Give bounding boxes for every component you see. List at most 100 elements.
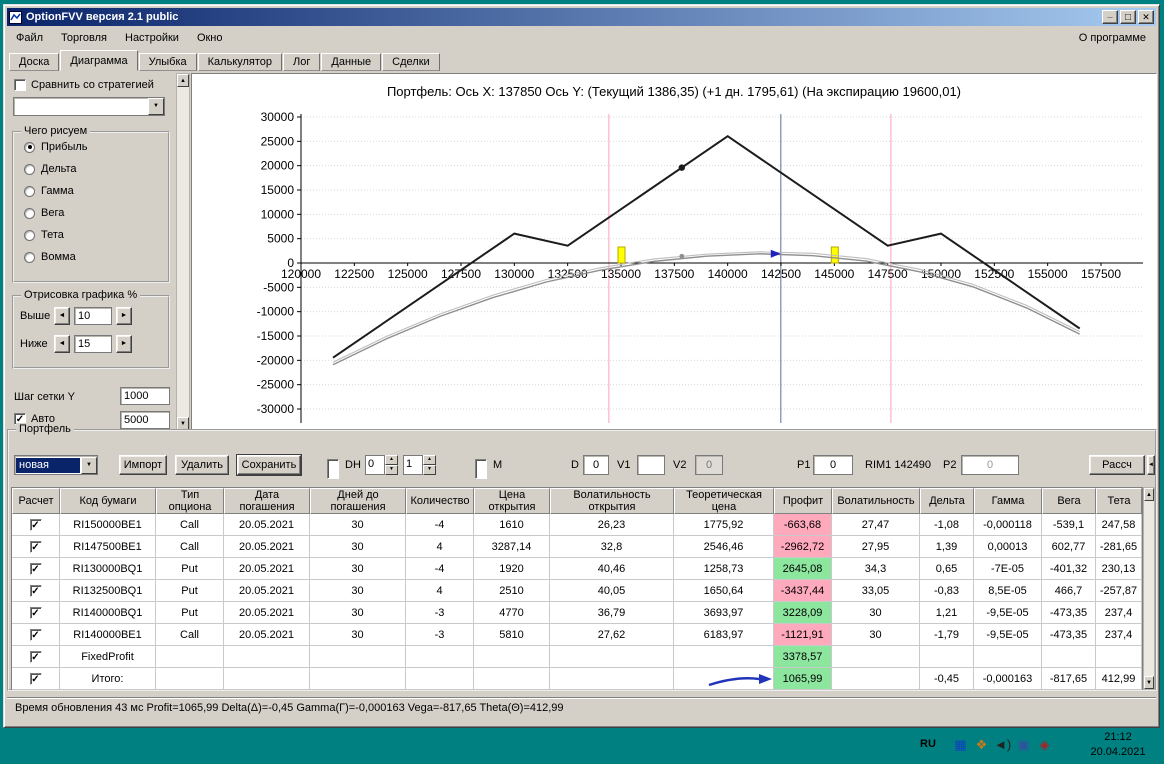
radio-profit[interactable]: Прибыль [24,139,168,155]
tray-chart-icon[interactable]: ▣ [1015,736,1032,753]
menu-item-window[interactable]: Окно [188,28,232,48]
dh-spinner-1[interactable]: 0 [365,455,398,475]
radio-vega[interactable]: Вега [24,205,168,221]
row-checkbox-cell[interactable] [12,558,60,580]
row-checkbox-cell[interactable] [12,514,60,536]
cell-days: 30 [310,558,406,580]
cell-open-price [474,646,550,668]
column-header: Дельта [920,488,974,514]
dh-label: DH [345,459,361,471]
menu-item-settings[interactable]: Настройки [116,28,188,48]
dh-spinner-2[interactable]: 1 [403,455,436,475]
svg-text:25000: 25000 [261,134,295,148]
below-increase-button[interactable] [116,335,132,353]
cell-vega: -473,35 [1042,602,1096,624]
row-checkbox[interactable] [29,540,42,553]
tab-smile[interactable]: Улыбка [138,53,197,71]
radio-delta[interactable]: Дельта [24,161,168,177]
row-checkbox[interactable] [29,518,42,531]
tab-log[interactable]: Лог [283,53,321,71]
profit-chart[interactable]: 300002500020000150001000050000-5000-1000… [192,74,1155,429]
svg-text:-10000: -10000 [257,305,295,319]
v2-field[interactable] [695,455,723,475]
above-increase-button[interactable] [116,307,132,325]
spin-down-icon[interactable] [423,465,436,475]
cell-theo-price: 1775,92 [674,514,774,536]
cell-open-vol [550,646,674,668]
cell-gamma: -0,000118 [974,514,1042,536]
table-scrollbar[interactable] [1143,487,1155,690]
tab-board[interactable]: Доска [9,53,60,71]
row-checkbox-cell[interactable] [12,602,60,624]
column-header: Дней до погашения [310,488,406,514]
toolbar-scroll-left-icon[interactable] [1147,455,1155,475]
p1-field[interactable] [813,455,853,475]
scroll-up-icon[interactable] [177,74,189,87]
grid-step-field[interactable] [120,387,170,405]
row-checkbox[interactable] [29,672,42,685]
close-icon[interactable] [1138,10,1154,24]
row-checkbox[interactable] [29,584,42,597]
radio-vomma[interactable]: Вомма [24,249,168,265]
d-label: D [571,459,579,471]
below-decrease-button[interactable] [54,335,70,353]
compare-strategy-checkbox[interactable] [14,79,26,91]
row-checkbox-cell[interactable] [12,624,60,646]
spin-up-icon[interactable] [385,455,398,465]
menu-about[interactable]: О программе [1069,28,1156,48]
spin-up-icon[interactable] [423,455,436,465]
row-checkbox-cell[interactable] [12,580,60,602]
p2-field[interactable] [961,455,1019,475]
tab-diagram[interactable]: Диаграмма [60,50,138,71]
cell-open-vol [550,668,674,690]
panel-scrollbar[interactable] [176,73,190,431]
tab-deals[interactable]: Сделки [382,53,440,71]
tray-monitor-icon[interactable]: ▦ [952,736,969,753]
row-checkbox[interactable] [29,650,42,663]
above-value-field[interactable] [74,307,112,325]
tab-data[interactable]: Данные [321,53,382,71]
chevron-down-icon[interactable] [148,98,164,115]
m-checkbox[interactable] [475,459,487,479]
menu-item-trade[interactable]: Торговля [52,28,116,48]
import-button[interactable]: Импорт [119,455,167,475]
scroll-down-icon[interactable] [1144,676,1154,689]
portfolio-preset-dropdown[interactable]: новая [14,455,98,475]
delete-button[interactable]: Удалить [175,455,229,475]
v1-field[interactable] [637,455,665,475]
titlebar[interactable]: OptionFVV версия 2.1 public [7,8,1156,26]
clock[interactable]: 21:12 20.04.2021 [1080,730,1156,760]
cell-delta: -0,45 [920,668,974,690]
compare-strategy-row[interactable]: Сравнить со стратегией [14,79,154,91]
tray-cube-icon[interactable]: ❖ [973,736,990,753]
svg-text:-5000: -5000 [263,280,294,294]
language-indicator[interactable]: RU [920,738,936,750]
chevron-down-icon[interactable] [81,456,97,474]
maximize-icon[interactable] [1120,10,1136,24]
tray-flag-icon[interactable]: ◈ [1036,736,1053,753]
minimize-icon[interactable] [1102,10,1118,24]
dh-checkbox[interactable] [327,459,339,479]
scroll-up-icon[interactable] [1144,488,1154,501]
spin-down-icon[interactable] [385,465,398,475]
radio-theta[interactable]: Тета [24,227,168,243]
cell-delta: -1,08 [920,514,974,536]
auto-step-field[interactable] [120,411,170,429]
radio-gamma[interactable]: Гамма [24,183,168,199]
below-value-field[interactable] [74,335,112,353]
strategy-dropdown[interactable] [13,97,165,116]
d-field[interactable] [583,455,609,475]
save-button[interactable]: Сохранить [236,454,302,476]
row-checkbox[interactable] [29,562,42,575]
above-decrease-button[interactable] [54,307,70,325]
row-checkbox-cell[interactable] [12,646,60,668]
tab-calculator[interactable]: Калькулятор [197,53,283,71]
row-checkbox[interactable] [29,606,42,619]
row-checkbox[interactable] [29,628,42,641]
row-checkbox-cell[interactable] [12,536,60,558]
draw-group: Чего рисуем Прибыль Дельта Гамма Вега Тета Во… [12,125,170,283]
tray-speaker-icon[interactable]: ◄) [994,736,1011,753]
menu-item-file[interactable]: Файл [7,28,52,48]
row-checkbox-cell[interactable] [12,668,60,690]
calculate-button[interactable]: Рассч [1089,455,1145,475]
